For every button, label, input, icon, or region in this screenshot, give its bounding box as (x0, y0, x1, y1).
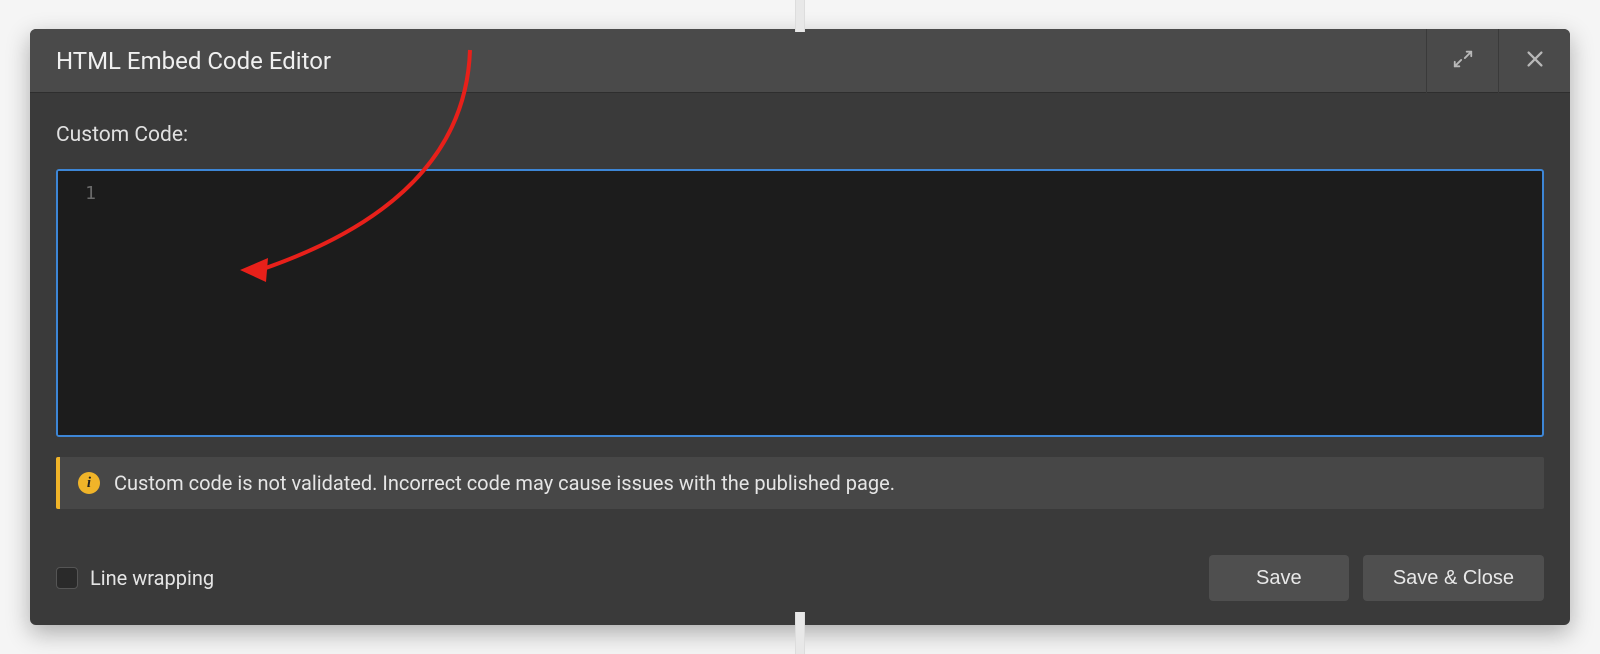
line-wrapping-toggle[interactable]: Line wrapping (56, 566, 214, 590)
validation-warning-banner: i Custom code is not validated. Incorrec… (56, 457, 1544, 509)
line-number: 1 (68, 183, 96, 204)
canvas-divider-bottom (795, 612, 805, 654)
line-wrapping-label: Line wrapping (90, 566, 214, 590)
code-editor[interactable]: 1 (56, 169, 1544, 437)
info-icon: i (78, 472, 100, 494)
checkbox-icon (56, 567, 78, 589)
save-close-button[interactable]: Save & Close (1363, 555, 1544, 601)
modal-footer: Line wrapping Save Save & Close (30, 531, 1570, 625)
expand-icon (1452, 48, 1474, 74)
canvas-divider-top (795, 0, 805, 32)
save-button[interactable]: Save (1209, 555, 1349, 601)
close-button[interactable] (1498, 29, 1570, 93)
code-input[interactable] (106, 171, 1542, 435)
close-icon (1524, 48, 1546, 74)
validation-warning-text: Custom code is not validated. Incorrect … (114, 471, 895, 495)
expand-button[interactable] (1426, 29, 1498, 93)
modal-body: Custom Code: 1 i Custom code is not vali… (30, 93, 1570, 531)
line-gutter: 1 (58, 171, 106, 435)
modal-header: HTML Embed Code Editor (30, 29, 1570, 93)
embed-code-editor-modal: HTML Embed Code Editor Custom Code: (30, 29, 1570, 625)
modal-title: HTML Embed Code Editor (30, 47, 1426, 75)
custom-code-label: Custom Code: (56, 123, 1544, 147)
